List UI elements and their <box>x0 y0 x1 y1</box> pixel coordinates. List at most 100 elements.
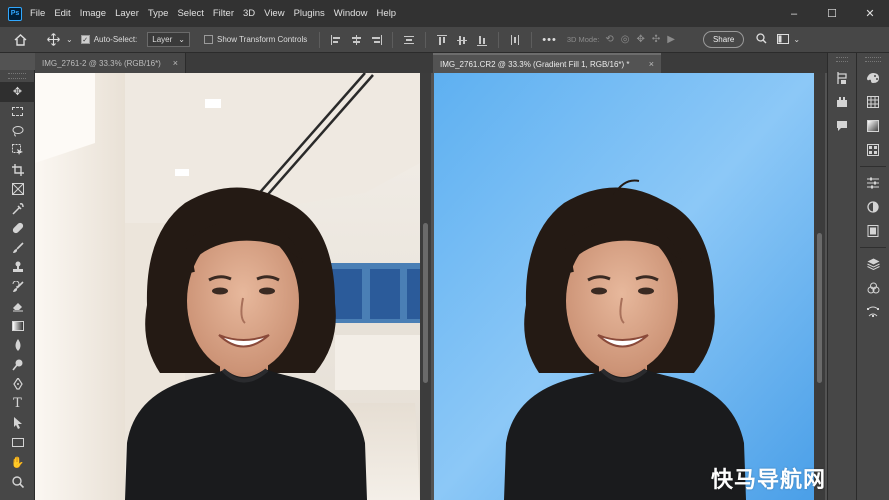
menu-edit[interactable]: Edit <box>54 8 70 19</box>
distribute-vertical-icon[interactable] <box>509 34 521 46</box>
align-center-h-icon[interactable] <box>350 34 362 46</box>
3d-camera-icon[interactable]: ▶ <box>667 34 675 45</box>
panel-grip[interactable] <box>8 73 26 79</box>
history-brush-icon[interactable] <box>0 277 35 297</box>
close-tab-icon[interactable]: × <box>649 59 654 69</box>
menu-select[interactable]: Select <box>177 8 203 19</box>
panel-grip[interactable] <box>865 57 881 62</box>
eraser-icon[interactable] <box>0 297 35 317</box>
channels-icon[interactable] <box>857 276 889 300</box>
gradient-icon[interactable] <box>0 316 35 336</box>
gradients-icon[interactable] <box>857 114 889 138</box>
document-tab-title: IMG_2761-2 @ 33.3% (RGB/16*) <box>42 58 161 68</box>
menu-bar: Ps File Edit Image Layer Type Select Fil… <box>0 0 889 27</box>
properties-icon[interactable] <box>857 195 889 219</box>
document-tab-title: IMG_2761.CR2 @ 33.3% (Gradient Fill 1, R… <box>440 59 630 69</box>
share-button[interactable]: Share <box>702 31 745 48</box>
rectangle-icon[interactable] <box>0 433 35 453</box>
photoshop-logo: Ps <box>8 6 22 21</box>
object-select-icon[interactable] <box>0 141 35 161</box>
chevron-down-icon[interactable]: ⌄ <box>793 35 800 44</box>
photoshop-window: Ps File Edit Image Layer Type Select Fil… <box>0 0 889 500</box>
document-tab[interactable]: IMG_2761-2 @ 33.3% (RGB/16*) × <box>35 53 186 73</box>
document-canvas-original[interactable] <box>35 73 420 500</box>
distribute-icon[interactable] <box>403 34 415 46</box>
libraries-icon[interactable] <box>857 219 889 243</box>
minimize-button[interactable]: – <box>775 0 813 27</box>
marquee-icon[interactable] <box>0 102 35 122</box>
brush-icon[interactable] <box>0 238 35 258</box>
clone-stamp-icon[interactable] <box>0 258 35 278</box>
menu-help[interactable]: Help <box>377 8 397 19</box>
menu-plugins[interactable]: Plugins <box>294 8 325 19</box>
align-left-icon[interactable] <box>330 34 342 46</box>
show-transform-label: Show Transform Controls <box>217 35 308 44</box>
3d-orbit-icon[interactable]: ⟲ <box>605 34 613 45</box>
zoom-icon[interactable] <box>0 472 35 492</box>
layers-icon[interactable] <box>857 252 889 276</box>
color-icon[interactable] <box>857 66 889 90</box>
auto-select-dropdown[interactable]: Layer ⌄ <box>147 32 190 47</box>
panel-grip[interactable] <box>836 57 848 62</box>
tab-strip <box>186 53 433 73</box>
chevron-down-icon: ⌄ <box>178 35 185 44</box>
pen-icon[interactable] <box>0 375 35 395</box>
menu-file[interactable]: File <box>30 8 45 19</box>
history-icon[interactable] <box>828 66 856 90</box>
patterns-icon[interactable] <box>857 138 889 162</box>
type-icon[interactable]: T <box>0 394 35 414</box>
menu-window[interactable]: Window <box>334 8 368 19</box>
menu-filter[interactable]: Filter <box>213 8 234 19</box>
move-icon[interactable]: ✥ <box>0 82 35 102</box>
home-icon <box>14 33 26 46</box>
align-bottom-icon[interactable] <box>476 34 488 46</box>
3d-pan-icon[interactable]: ✥ <box>636 34 644 45</box>
close-tab-icon[interactable]: × <box>173 58 178 68</box>
vertical-scrollbar[interactable] <box>814 73 825 500</box>
hand-icon[interactable]: ✋ <box>0 453 35 473</box>
move-tool-preset-button[interactable] <box>40 30 66 50</box>
adjustments-icon[interactable] <box>857 171 889 195</box>
home-button[interactable] <box>0 30 40 50</box>
more-tools-icon[interactable]: ··· <box>0 492 35 500</box>
align-right-icon[interactable] <box>370 34 383 46</box>
comments-icon[interactable] <box>828 114 856 138</box>
align-middle-icon[interactable] <box>456 34 468 46</box>
more-options-button[interactable]: ••• <box>542 34 557 46</box>
collapsed-panels-2 <box>856 53 889 500</box>
edited-photo <box>434 73 814 500</box>
maximize-button[interactable]: ☐ <box>813 0 851 27</box>
search-icon[interactable] <box>756 33 767 46</box>
crop-icon[interactable] <box>0 160 35 180</box>
workspace-icon[interactable] <box>777 33 790 46</box>
align-top-icon[interactable] <box>436 34 448 46</box>
eyedropper-icon[interactable] <box>0 199 35 219</box>
path-select-icon[interactable] <box>0 414 35 434</box>
tab-strip <box>661 53 827 73</box>
lasso-icon[interactable] <box>0 121 35 141</box>
paths-icon[interactable] <box>857 300 889 324</box>
menu-type[interactable]: Type <box>148 8 169 19</box>
menu-layer[interactable]: Layer <box>115 8 139 19</box>
menu-image[interactable]: Image <box>80 8 106 19</box>
swatches-icon[interactable] <box>857 90 889 114</box>
chevron-down-icon[interactable]: ⌄ <box>66 35 73 44</box>
3d-roll-icon[interactable]: ◎ <box>621 34 630 45</box>
close-button[interactable]: ✕ <box>851 0 889 27</box>
auto-select-label: Auto-Select: <box>93 35 138 44</box>
document-tab-active[interactable]: IMG_2761.CR2 @ 33.3% (Gradient Fill 1, R… <box>433 53 661 73</box>
auto-select-checkbox[interactable]: ✓ <box>80 35 90 44</box>
collapsed-panels-1 <box>827 53 856 500</box>
blur-icon[interactable] <box>0 336 35 356</box>
show-transform-checkbox[interactable] <box>204 35 213 44</box>
menu-view[interactable]: View <box>264 8 284 19</box>
actions-icon[interactable] <box>828 90 856 114</box>
3d-slide-icon[interactable]: ✣ <box>652 34 660 45</box>
healing-brush-icon[interactable] <box>0 219 35 239</box>
dodge-icon[interactable] <box>0 355 35 375</box>
frame-icon[interactable] <box>0 180 35 200</box>
options-bar: ⌄ ✓ Auto-Select: Layer ⌄ Show Transform … <box>0 27 889 53</box>
document-canvas-gradient[interactable] <box>434 73 814 500</box>
vertical-scrollbar[interactable] <box>420 73 431 500</box>
menu-3d[interactable]: 3D <box>243 8 255 19</box>
